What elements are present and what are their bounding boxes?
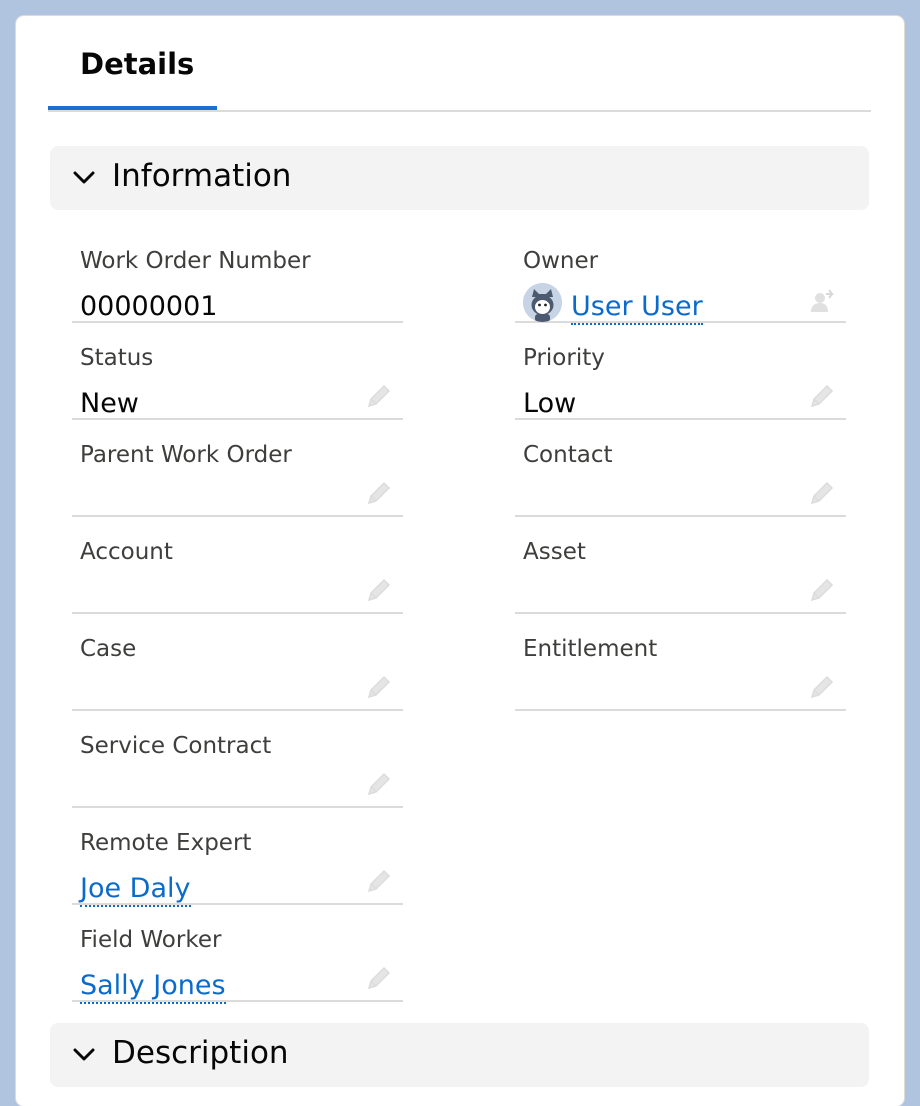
field-label: Contact bbox=[523, 442, 613, 468]
field-label: Owner bbox=[523, 248, 599, 274]
field-priority: Priority Low bbox=[515, 323, 846, 420]
owner-avatar-icon bbox=[523, 283, 562, 322]
field-account: Account bbox=[72, 517, 403, 614]
field-label: Case bbox=[80, 636, 137, 662]
field-case: Case bbox=[72, 614, 403, 711]
chevron-down-icon bbox=[73, 1048, 95, 1061]
pencil-icon[interactable] bbox=[808, 576, 836, 604]
field-work-order-number: Work Order Number 00000001 bbox=[72, 226, 403, 323]
field-entitlement: Entitlement bbox=[515, 614, 846, 711]
section-title-information: Information bbox=[112, 158, 292, 194]
field-contact: Contact bbox=[515, 420, 846, 517]
pencil-icon[interactable] bbox=[365, 673, 393, 701]
section-header-description[interactable]: Description bbox=[50, 1023, 869, 1087]
pencil-icon[interactable] bbox=[365, 964, 393, 992]
pencil-icon[interactable] bbox=[365, 479, 393, 507]
record-detail-card: Details Information Work Order Number 00… bbox=[16, 16, 904, 1106]
pencil-icon[interactable] bbox=[808, 382, 836, 410]
change-owner-icon[interactable] bbox=[808, 288, 836, 316]
field-asset: Asset bbox=[515, 517, 846, 614]
field-label: Account bbox=[80, 539, 173, 565]
field-label: Field Worker bbox=[80, 927, 222, 953]
field-owner: Owner User User bbox=[515, 226, 846, 325]
section-title-description: Description bbox=[112, 1035, 289, 1071]
avatar bbox=[523, 283, 562, 322]
priority-value: Low bbox=[523, 388, 577, 419]
field-parent-work-order: Parent Work Order bbox=[72, 420, 403, 517]
pencil-icon[interactable] bbox=[808, 479, 836, 507]
remote-expert-link[interactable]: Joe Daly bbox=[80, 873, 191, 907]
owner-link[interactable]: User User bbox=[571, 291, 703, 325]
pencil-icon[interactable] bbox=[365, 867, 393, 895]
field-worker-link[interactable]: Sally Jones bbox=[80, 970, 226, 1004]
field-field-worker: Field Worker Sally Jones bbox=[72, 905, 403, 1004]
status-value: New bbox=[80, 388, 139, 419]
tab-bar: Details bbox=[48, 16, 871, 112]
chevron-down-icon bbox=[73, 171, 95, 184]
field-label: Parent Work Order bbox=[80, 442, 292, 468]
pencil-icon[interactable] bbox=[365, 770, 393, 798]
field-label: Asset bbox=[523, 539, 586, 565]
pencil-icon[interactable] bbox=[365, 576, 393, 604]
field-label: Entitlement bbox=[523, 636, 658, 662]
field-label: Service Contract bbox=[80, 733, 272, 759]
field-label: Status bbox=[80, 345, 154, 371]
field-label: Work Order Number bbox=[80, 248, 311, 274]
work-order-number-value: 00000001 bbox=[80, 291, 218, 322]
section-header-information[interactable]: Information bbox=[50, 146, 869, 210]
tab-details-label: Details bbox=[80, 47, 195, 81]
pencil-icon[interactable] bbox=[808, 673, 836, 701]
field-label: Priority bbox=[523, 345, 605, 371]
field-status: Status New bbox=[72, 323, 403, 420]
field-service-contract: Service Contract bbox=[72, 711, 403, 808]
pencil-icon[interactable] bbox=[365, 382, 393, 410]
field-label: Remote Expert bbox=[80, 830, 252, 856]
field-remote-expert: Remote Expert Joe Daly bbox=[72, 808, 403, 907]
tab-details[interactable]: Details bbox=[48, 16, 217, 110]
